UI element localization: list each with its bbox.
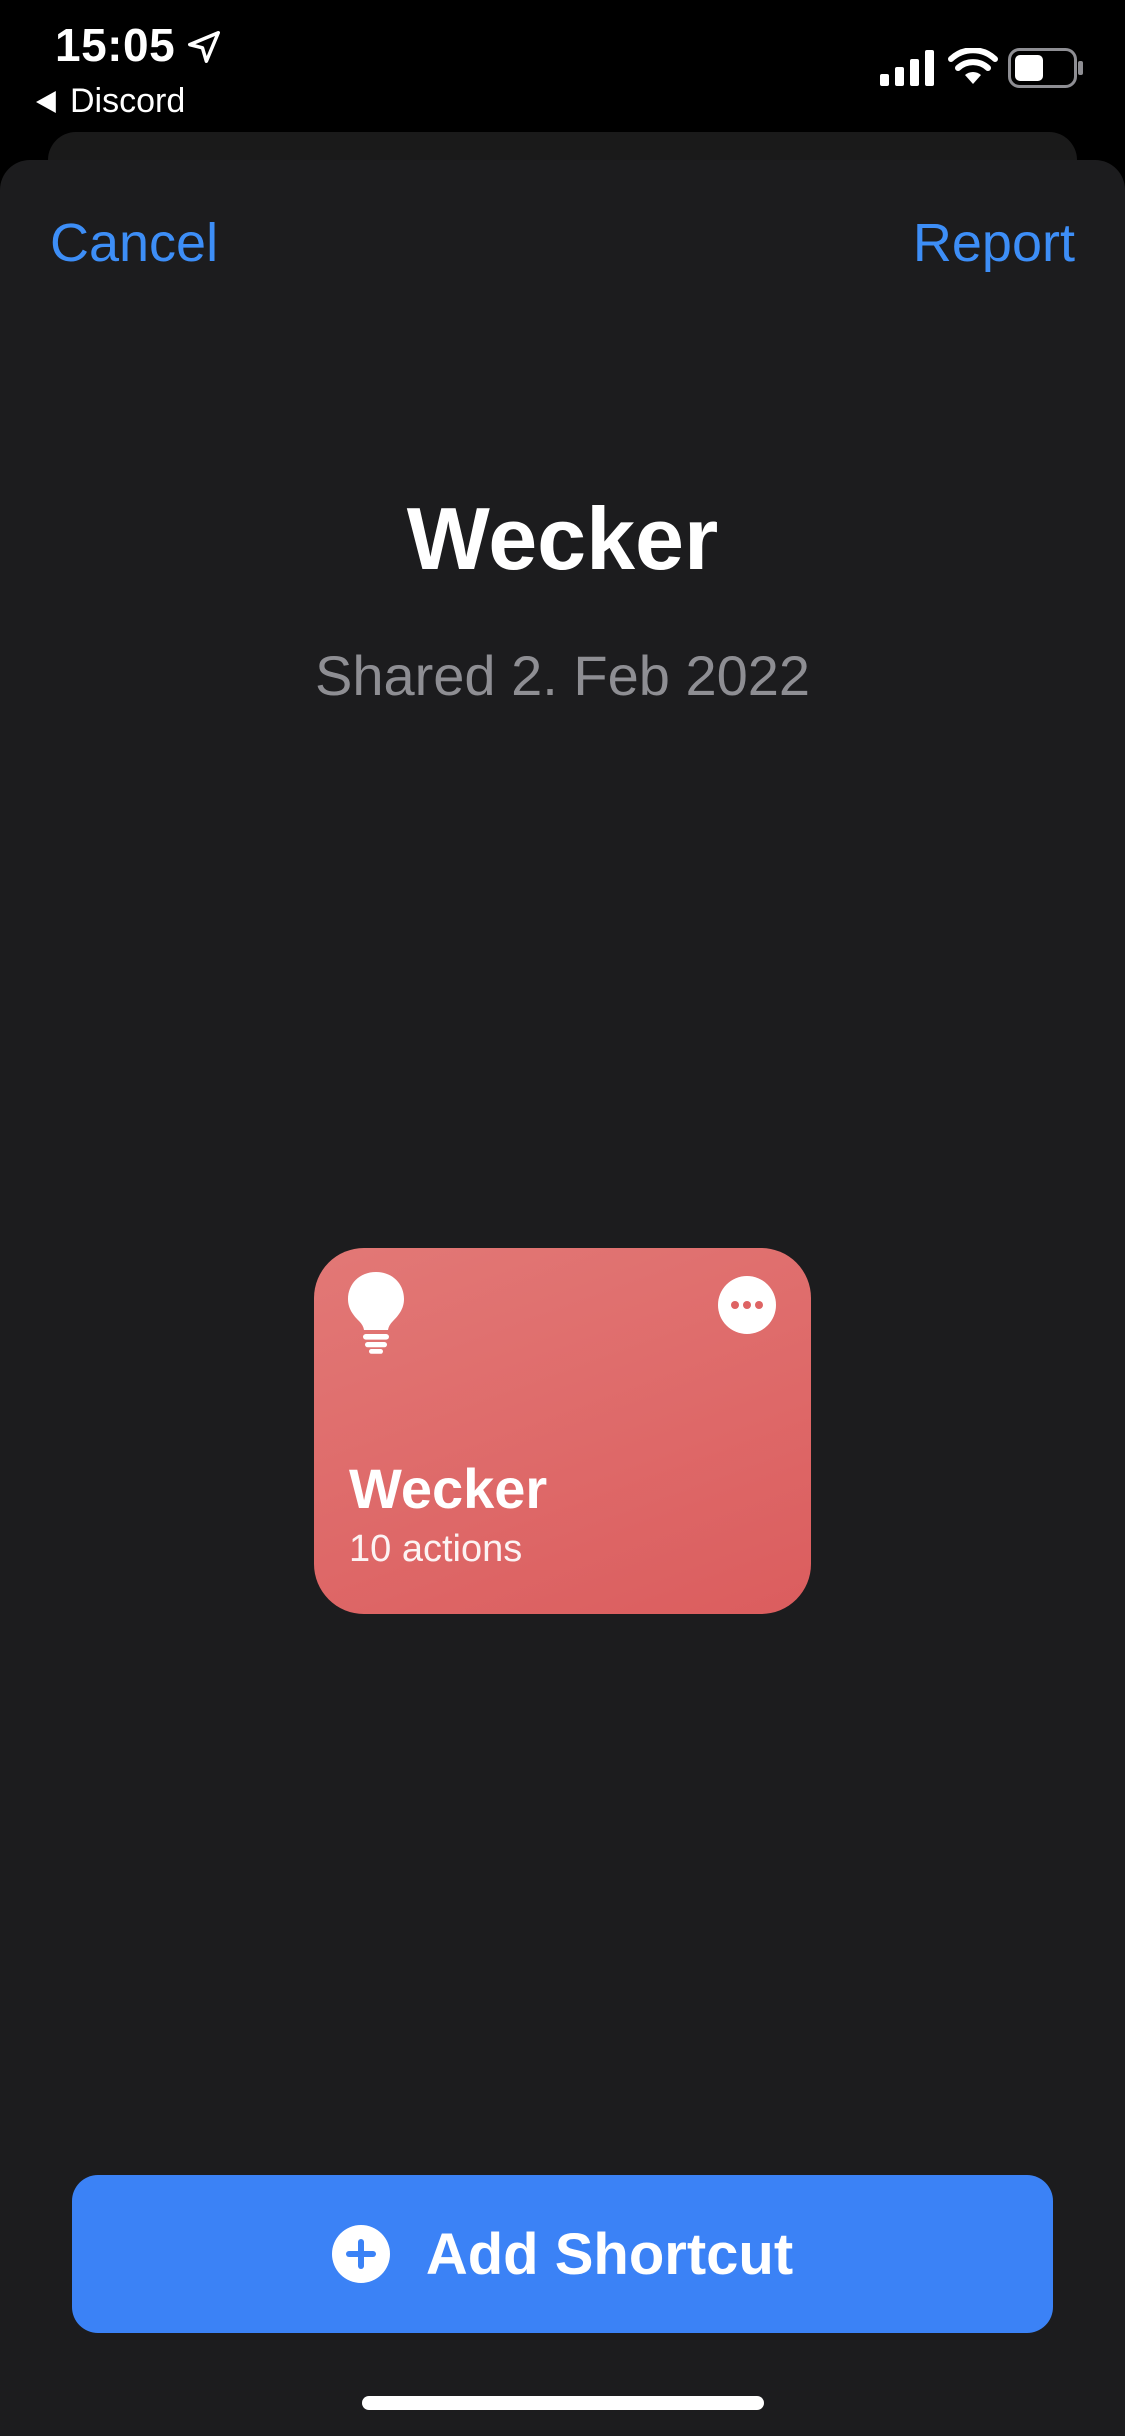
location-arrow-icon (188, 31, 220, 63)
signal-icon (880, 50, 934, 86)
shortcut-actions-count: 10 actions (349, 1528, 523, 1570)
plus-circle-icon (331, 2225, 390, 2283)
battery-icon (1008, 48, 1083, 88)
shortcut-card[interactable]: Wecker 10 actions (314, 1248, 811, 1614)
back-to-app-link[interactable]: Discord (36, 82, 185, 121)
more-options-icon[interactable] (718, 1276, 776, 1334)
report-button[interactable]: Report (913, 212, 1075, 274)
page-title: Wecker (406, 489, 719, 588)
home-indicator[interactable] (362, 2396, 764, 2410)
wifi-icon (948, 48, 998, 84)
shortcut-name: Wecker (349, 1457, 548, 1520)
status-time: 15:05 (55, 19, 176, 71)
add-shortcut-button[interactable]: Add Shortcut (72, 2175, 1053, 2333)
status-bar: 15:05 Discord (0, 0, 1125, 130)
cancel-button[interactable]: Cancel (50, 212, 218, 274)
shared-date: Shared 2. Feb 2022 (314, 644, 811, 707)
add-shortcut-label: Add Shortcut (425, 2221, 794, 2287)
back-app-label: Discord (70, 82, 186, 120)
lightbulb-icon (348, 1272, 404, 1354)
back-triangle-icon (36, 90, 56, 113)
